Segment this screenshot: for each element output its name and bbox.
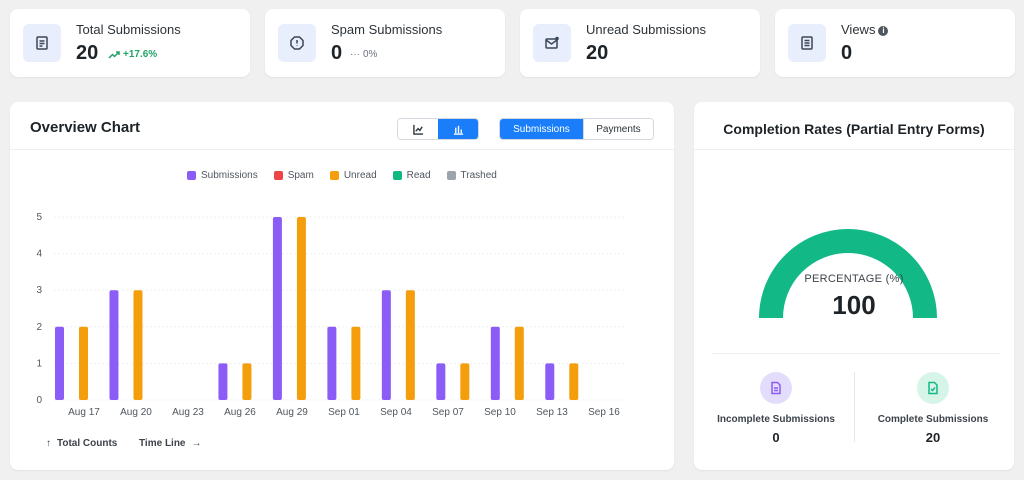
y-tick-label: 4 — [36, 249, 42, 260]
dots-icon: ··· — [350, 49, 360, 60]
trend-value: 0% — [363, 49, 378, 60]
views-document-icon — [788, 24, 826, 62]
bar-submissions — [381, 290, 391, 400]
x-tick-label: Aug 29 — [276, 407, 308, 418]
line-chart-icon — [412, 124, 423, 135]
complete-doc-icon — [917, 372, 949, 404]
bar-submissions — [272, 217, 282, 400]
trend-badge: ··· 0% — [350, 49, 377, 60]
bar-submissions — [327, 326, 337, 400]
trend-up-icon — [108, 50, 120, 59]
x-tick-label: Sep 10 — [484, 407, 516, 418]
y-tick-label: 3 — [36, 285, 42, 296]
bar-unread — [133, 290, 143, 400]
complete-submissions: Complete Submissions 20 — [858, 372, 1008, 445]
bar-unread — [296, 217, 306, 400]
bar-unread — [514, 326, 524, 400]
views-card: Views i 0 — [775, 9, 1015, 77]
panel-divider — [10, 149, 674, 150]
bar-submissions — [436, 363, 446, 400]
x-tick-label: Sep 13 — [536, 407, 568, 418]
trend-value: +17.6% — [123, 49, 158, 60]
x-tick-label: Sep 07 — [432, 407, 464, 418]
incomplete-submissions: Incomplete Submissions 0 — [701, 372, 851, 445]
column-divider — [854, 372, 855, 442]
info-icon[interactable]: i — [878, 26, 889, 36]
stat-value: 0 — [841, 42, 853, 64]
legend-item-read[interactable]: Read — [392, 170, 431, 181]
overview-chart-title: Overview Chart — [30, 119, 141, 136]
bar-submissions — [545, 363, 555, 400]
bar-unread — [569, 363, 579, 400]
bar-chart-icon — [453, 125, 463, 135]
arrow-right-icon: → — [191, 438, 202, 449]
spam-submissions-card: Spam Submissions 0 ··· 0% — [265, 9, 505, 77]
completion-rates-title: Completion Rates (Partial Entry Forms) — [723, 121, 985, 137]
complete-value: 20 — [925, 430, 941, 445]
incomplete-value: 0 — [772, 430, 780, 445]
stat-label: Unread Submissions — [586, 22, 706, 37]
bar-chart-button[interactable] — [438, 119, 478, 139]
x-tick-label: Sep 01 — [328, 407, 360, 418]
stat-value: 20 — [76, 42, 99, 64]
bar-unread — [460, 363, 470, 400]
chart-legend: Submissions Spam Unread Read Trashed — [187, 170, 497, 181]
y-tick-label: 1 — [36, 358, 42, 369]
chart-type-toggle — [397, 118, 479, 140]
stat-value: 20 — [586, 42, 609, 64]
data-type-tabs: Submissions Payments — [499, 118, 654, 140]
legend-item-trashed[interactable]: Trashed — [446, 170, 497, 181]
time-line-label: Time Line → — [139, 438, 202, 449]
y-tick-label: 0 — [36, 395, 42, 406]
gauge-divider — [712, 353, 1000, 354]
bar-submissions — [490, 326, 500, 400]
stat-label: Spam Submissions — [331, 22, 443, 37]
unread-submissions-card: Unread Submissions 20 — [520, 9, 760, 77]
total-counts-label: ↑ Total Counts — [46, 438, 118, 449]
unread-mail-icon — [533, 24, 571, 62]
x-tick-label: Aug 20 — [120, 407, 152, 418]
trend-badge: +17.6% — [108, 49, 157, 60]
bar-unread — [351, 326, 361, 400]
x-tick-label: Aug 26 — [224, 407, 256, 418]
bar-submissions — [109, 290, 119, 400]
legend-item-spam[interactable]: Spam — [273, 170, 314, 181]
tab-submissions[interactable]: Submissions — [500, 119, 583, 139]
panel-divider — [694, 149, 1014, 150]
stat-label: Total Submissions — [76, 22, 181, 37]
legend-item-unread[interactable]: Unread — [329, 170, 377, 181]
complete-label: Complete Submissions — [877, 414, 989, 425]
x-tick-label: Sep 16 — [588, 407, 620, 418]
bar-chart: 0 1 2 3 4 5 Aug 17 Aug 20 Aug 23 Aug 26 Aug 29 Sep … — [36, 212, 626, 418]
bar-unread — [242, 363, 252, 400]
bar-unread — [405, 290, 415, 400]
gauge-label: PERCENTAGE (%) — [804, 273, 904, 285]
gauge-value: 100 — [832, 290, 876, 320]
stat-value: 0 — [331, 42, 343, 64]
y-tick-label: 2 — [36, 322, 42, 333]
x-tick-label: Sep 04 — [380, 407, 412, 418]
line-chart-button[interactable] — [398, 119, 438, 139]
arrow-up-icon: ↑ — [46, 438, 51, 449]
stat-label: Views i — [841, 22, 889, 37]
x-tick-label: Aug 23 — [172, 407, 204, 418]
y-tick-label: 5 — [36, 212, 42, 223]
spam-icon — [278, 24, 316, 62]
x-tick-label: Aug 17 — [68, 407, 100, 418]
legend-item-submissions[interactable]: Submissions — [187, 170, 258, 181]
incomplete-label: Incomplete Submissions — [717, 414, 835, 425]
tab-payments[interactable]: Payments — [582, 119, 653, 139]
document-icon — [23, 24, 61, 62]
bar-submissions — [218, 363, 228, 400]
bar-submissions — [55, 326, 64, 400]
incomplete-doc-icon — [760, 372, 792, 404]
bar-unread — [79, 326, 88, 400]
total-submissions-card: Total Submissions 20 +17.6% — [10, 9, 250, 77]
